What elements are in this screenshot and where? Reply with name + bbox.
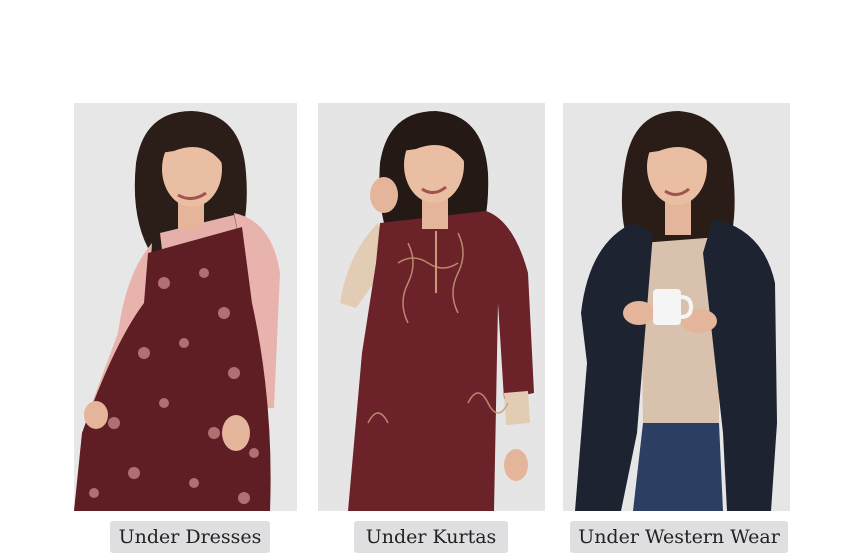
- under-kurtas-image: [318, 103, 545, 511]
- category-card-under-dresses[interactable]: [74, 103, 297, 511]
- under-dresses-label[interactable]: Under Dresses: [110, 521, 270, 553]
- category-card-under-kurtas[interactable]: [318, 103, 545, 511]
- under-western-wear-image: [563, 103, 790, 511]
- under-western-wear-label[interactable]: Under Western Wear: [570, 521, 788, 553]
- under-dresses-image: [74, 103, 297, 511]
- under-kurtas-label[interactable]: Under Kurtas: [354, 521, 508, 553]
- category-card-under-western-wear[interactable]: [563, 103, 790, 511]
